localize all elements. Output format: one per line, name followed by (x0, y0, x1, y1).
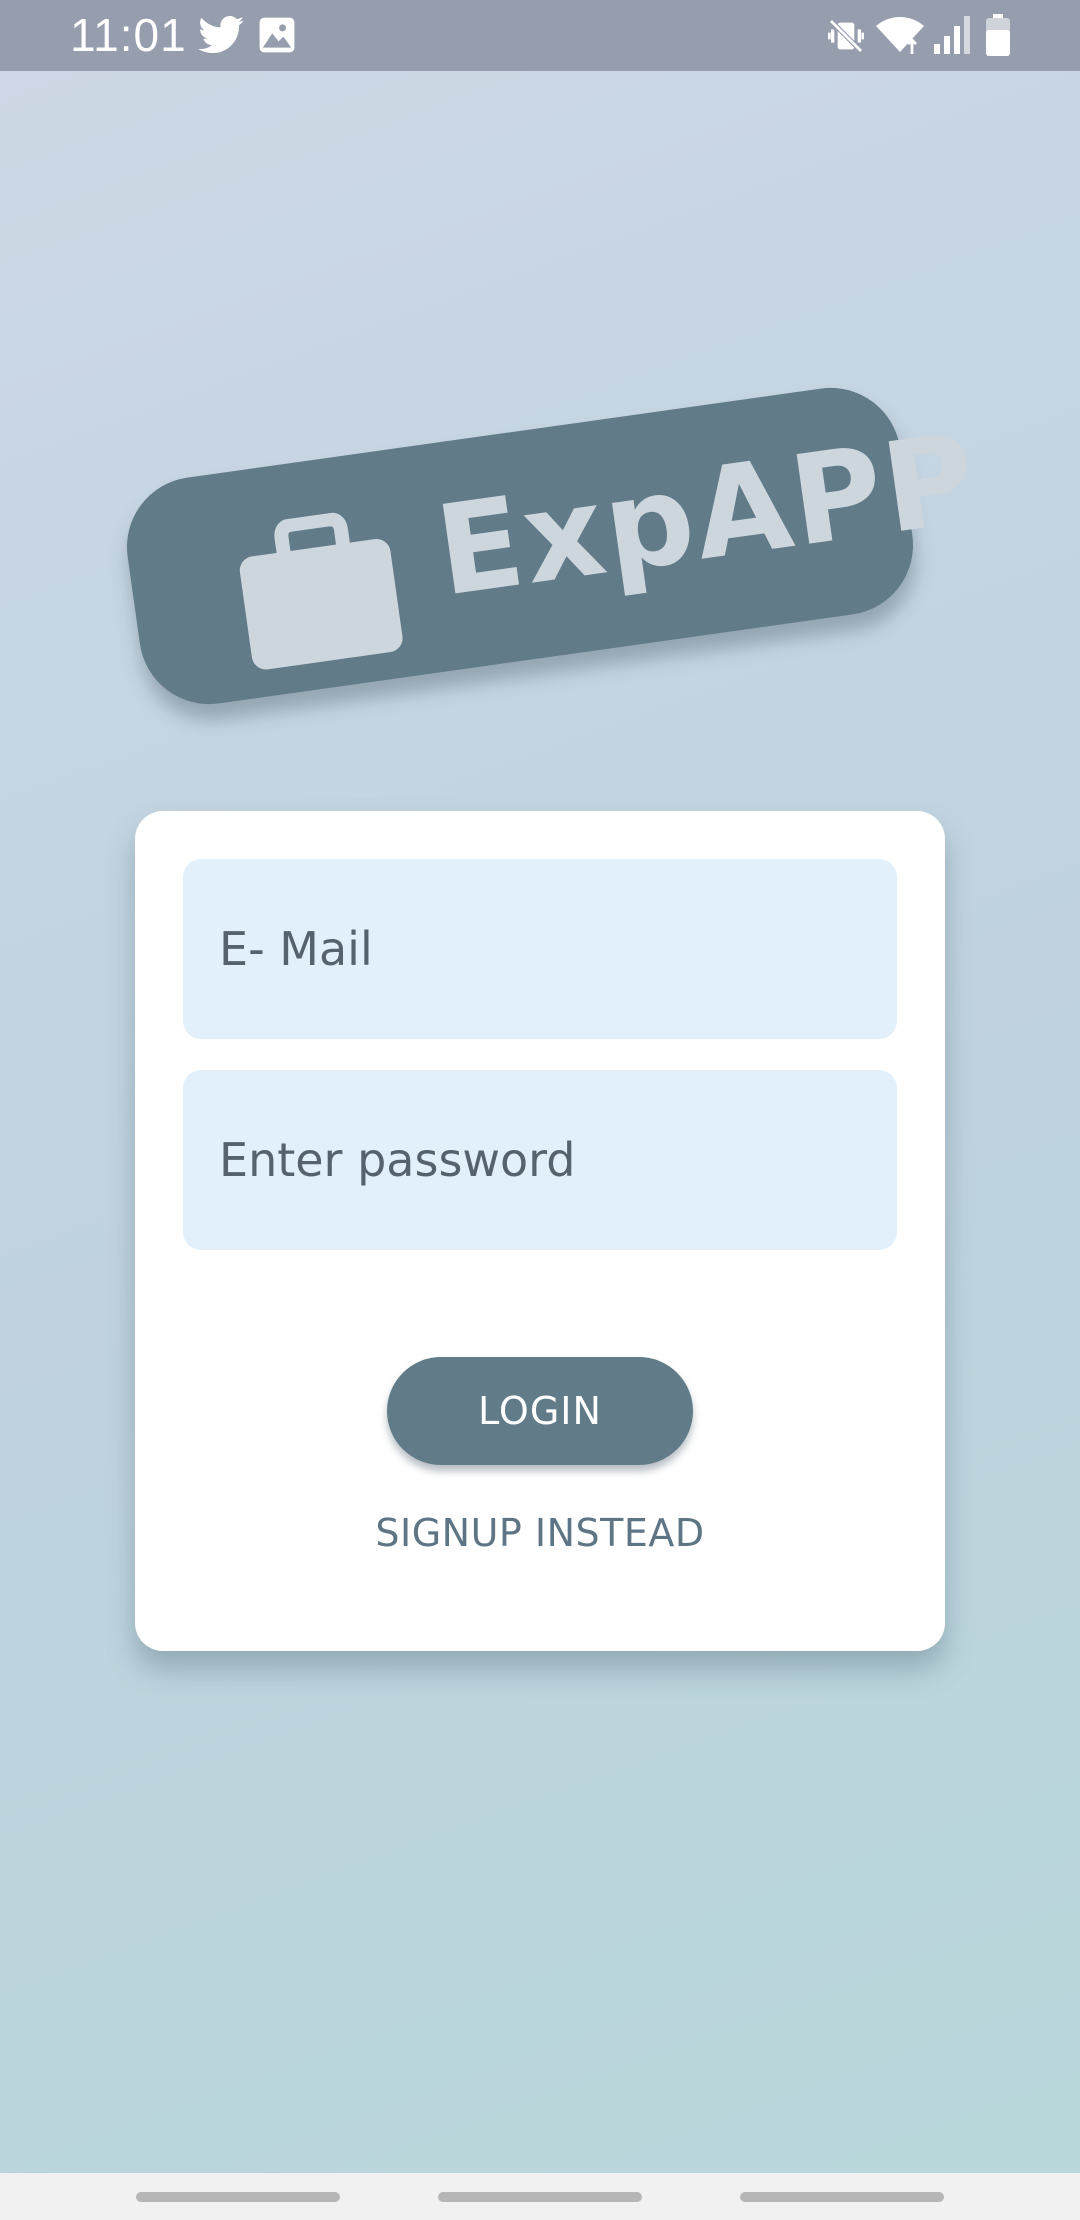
battery-icon (986, 14, 1010, 60)
mute-vibrate-icon (826, 16, 866, 60)
twitter-icon (198, 16, 244, 58)
signup-instead-link[interactable]: SIGNUP INSTEAD (135, 1511, 945, 1555)
back-button[interactable] (740, 2192, 944, 2202)
recents-button[interactable] (136, 2192, 340, 2202)
image-icon (258, 16, 296, 58)
navigation-bar (0, 2173, 1080, 2220)
signal-icon (934, 16, 970, 58)
status-time: 11:01 (70, 9, 187, 61)
home-button[interactable] (438, 2192, 642, 2202)
wifi-icon (874, 14, 926, 60)
logo-text: ExpAPP (428, 406, 987, 625)
password-field[interactable] (183, 1070, 897, 1250)
email-field[interactable] (183, 859, 897, 1039)
status-bar: 11:01 (0, 0, 1080, 71)
briefcase-icon (230, 505, 410, 680)
app-logo: ExpAPP (117, 378, 986, 714)
login-button[interactable]: LOGIN (387, 1357, 693, 1465)
login-card: LOGIN SIGNUP INSTEAD (135, 811, 945, 1651)
logo-banner: ExpAPP (117, 378, 986, 714)
